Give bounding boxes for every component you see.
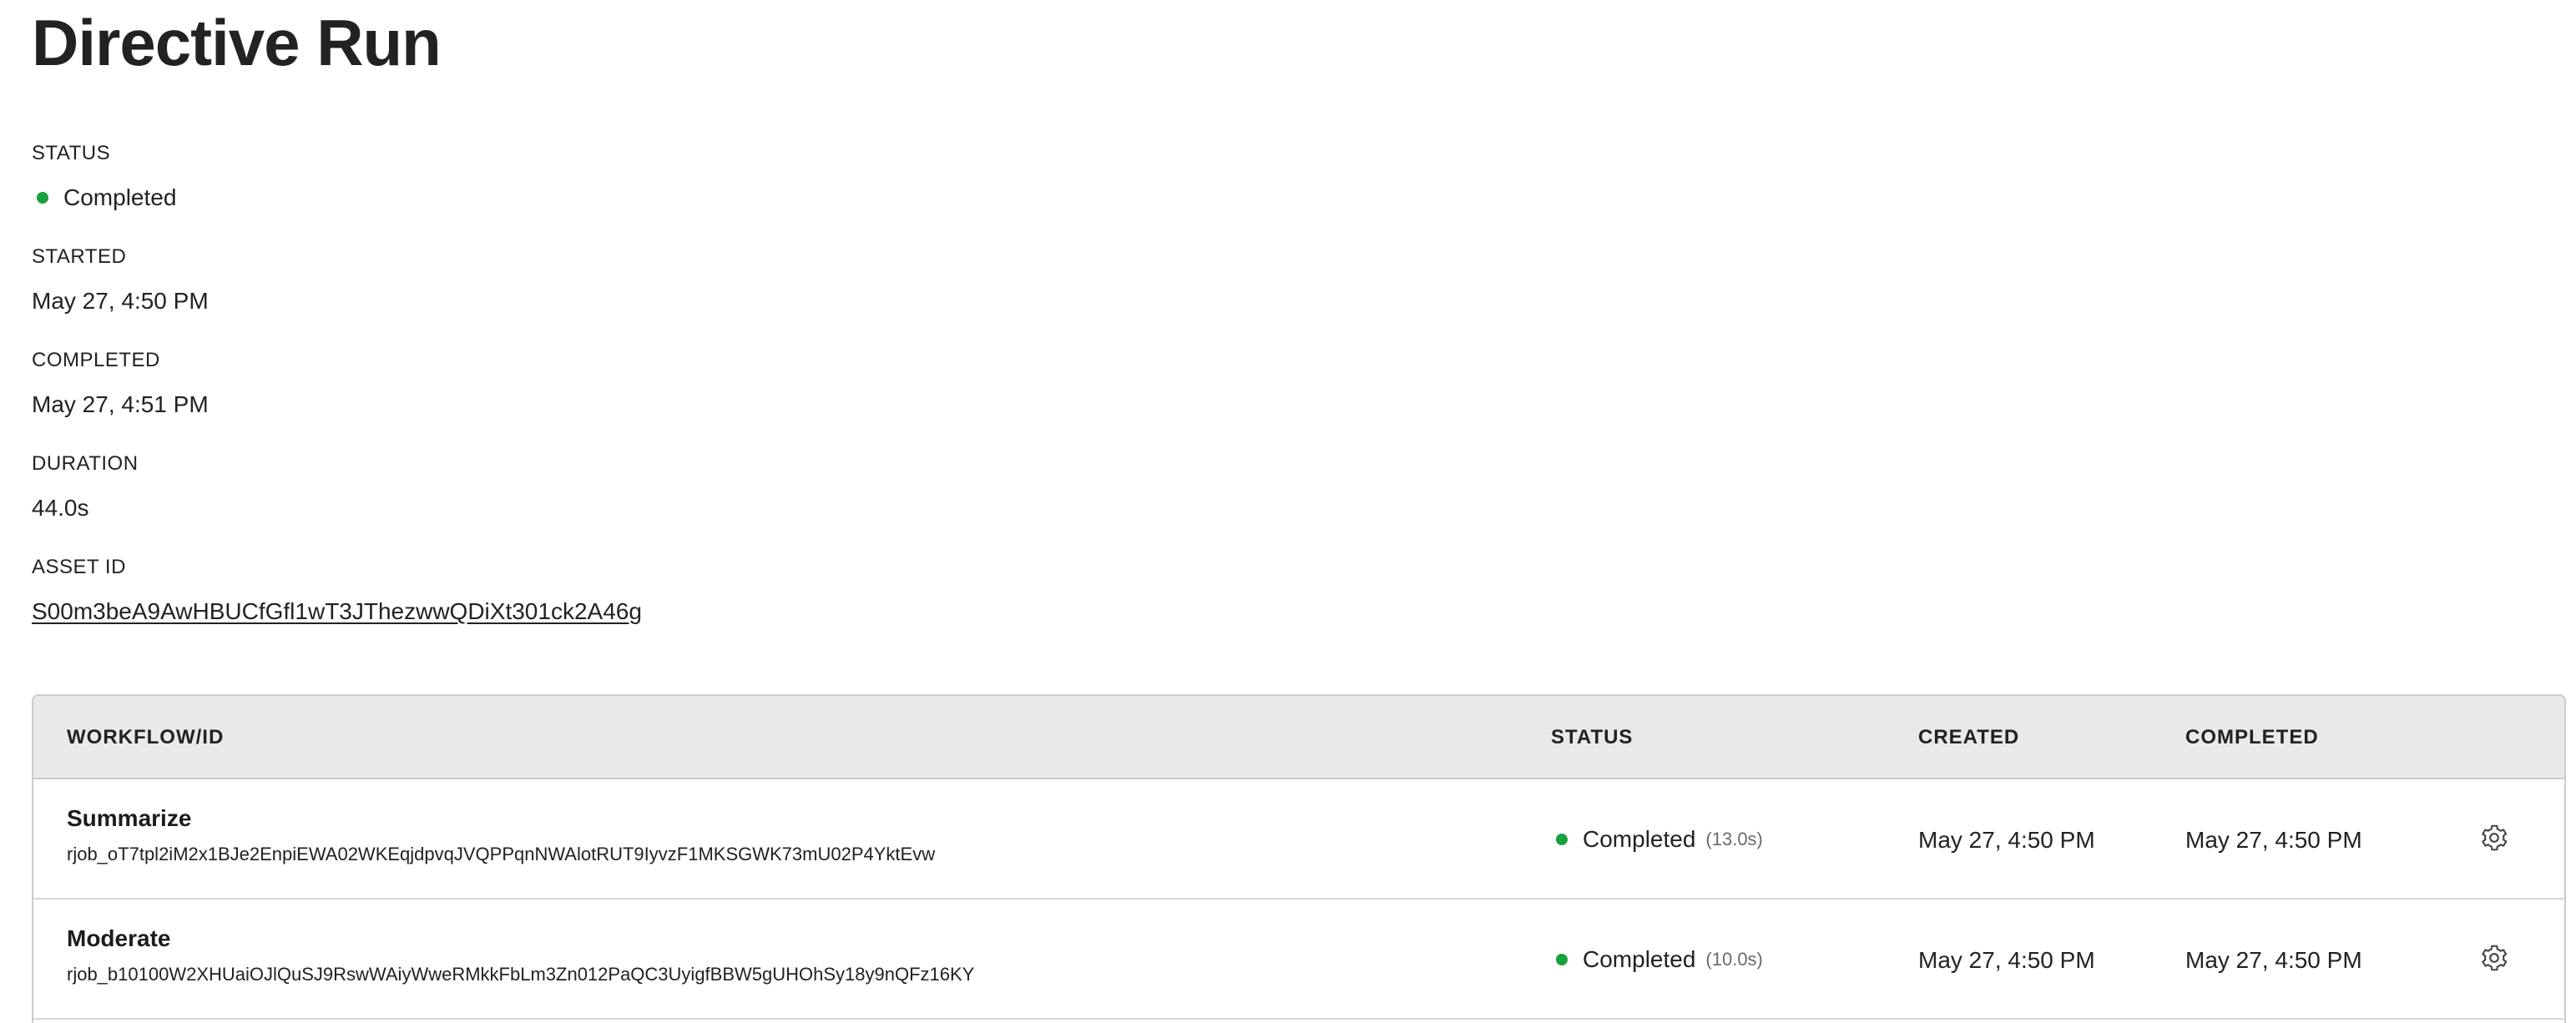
started-field: STARTED May 27, 4:50 PM (32, 245, 209, 315)
table-row[interactable]: Summarize rjob_oT7tpl2iM2x1BJe2EnpiEWA02… (33, 779, 2564, 900)
asset-id-field: ASSET ID S00m3beA9AwHBUCfGfl1wT3JThezwwQ… (32, 556, 642, 626)
gear-icon[interactable] (2479, 943, 2509, 973)
duration-label: DURATION (32, 452, 139, 475)
row-created: May 27, 4:50 PM (1918, 827, 2095, 853)
row-status-text: Completed (1583, 946, 1696, 972)
gear-icon[interactable] (2479, 823, 2509, 853)
row-status: Completed (13.0s) (1551, 826, 1763, 853)
row-duration: (13.0s) (1705, 829, 1763, 849)
column-header-status[interactable]: STATUS (1551, 726, 1633, 749)
workflow-name: Moderate (67, 925, 171, 951)
row-completed: May 27, 4:50 PM (2185, 827, 2362, 853)
status-dot-icon (1556, 954, 1568, 965)
workflow-table: WORKFLOW/ID STATUS CREATED COMPLETED Sum… (32, 694, 2566, 1023)
workflow-cell: Moderate rjob_b10100W2XHUaiOJlQuSJ9RswWA… (67, 925, 974, 986)
table-header: WORKFLOW/ID STATUS CREATED COMPLETED (33, 696, 2564, 779)
workflow-id: rjob_oT7tpl2iM2x1BJe2EnpiEWA02WKEqjdpvqJ… (67, 844, 936, 864)
row-status: Completed (10.0s) (1551, 946, 1763, 973)
duration-field: DURATION 44.0s (32, 452, 139, 522)
asset-id-label: ASSET ID (32, 556, 126, 578)
completed-value: May 27, 4:51 PM (32, 391, 209, 417)
completed-label: COMPLETED (32, 349, 160, 371)
directive-run-page: Directive Run STATUS Completed STARTED M… (0, 0, 2576, 1023)
workflow-name: Summarize (67, 805, 192, 831)
workflow-cell: Summarize rjob_oT7tpl2iM2x1BJe2EnpiEWA02… (67, 804, 935, 866)
workflow-id: rjob_b10100W2XHUaiOJlQuSJ9RswWAiyWweRMkk… (67, 964, 975, 985)
started-label: STARTED (32, 245, 127, 268)
row-completed: May 27, 4:50 PM (2185, 947, 2362, 973)
status-dot-icon (37, 192, 48, 204)
table-row[interactable]: Moderate rjob_b10100W2XHUaiOJlQuSJ9RswWA… (33, 900, 2564, 1020)
column-header-completed[interactable]: COMPLETED (2185, 726, 2319, 749)
row-status-text: Completed (1583, 826, 1696, 852)
status-text: Completed (63, 184, 177, 210)
asset-id-link[interactable]: S00m3beA9AwHBUCfGfl1wT3JThezwwQDiXt301ck… (32, 597, 642, 626)
row-created: May 27, 4:50 PM (1918, 947, 2095, 973)
status-dot-icon (1556, 834, 1568, 845)
status-field: STATUS Completed (32, 142, 176, 212)
completed-field: COMPLETED May 27, 4:51 PM (32, 349, 209, 419)
column-header-created[interactable]: CREATED (1918, 726, 2019, 749)
row-duration: (10.0s) (1705, 949, 1763, 970)
duration-value: 44.0s (32, 495, 89, 521)
column-header-workflow[interactable]: WORKFLOW/ID (67, 726, 224, 749)
status-value: Completed (32, 184, 176, 212)
started-value: May 27, 4:50 PM (32, 288, 209, 314)
page-title: Directive Run (32, 6, 442, 79)
status-label: STATUS (32, 142, 111, 164)
